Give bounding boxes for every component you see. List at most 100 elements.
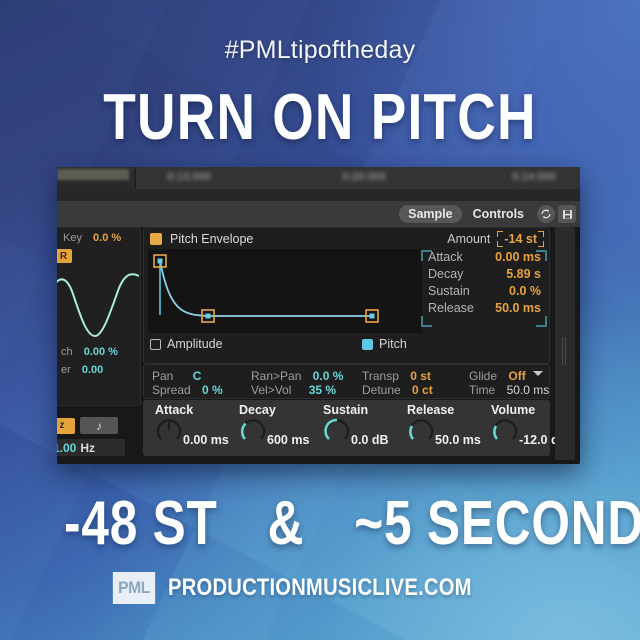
circle-arrows-icon[interactable] — [537, 205, 555, 223]
param-value-pan: C — [192, 369, 202, 383]
envelope-mode-toggles: Amplitude Pitch — [144, 336, 549, 353]
pml-logo: PML — [112, 572, 155, 604]
left-param-label-2: er — [61, 364, 71, 376]
rate-value-field[interactable]: 1.00 Hz — [57, 439, 125, 456]
param-label-spread: Spread — [152, 383, 191, 397]
lfo-waveform-display — [57, 273, 139, 338]
left-param-row-2[interactable]: er 0.00 — [61, 364, 103, 376]
knob-value-attack: 0.00 ms — [183, 433, 229, 447]
bracket-br-icon — [538, 241, 544, 247]
envelope-graph[interactable] — [148, 249, 422, 333]
retrigger-badge[interactable]: R — [57, 249, 72, 263]
stage-row-release[interactable]: Release 50.0 ms — [428, 299, 545, 316]
knob-sustain[interactable]: Sustain 0.0 dB — [323, 403, 405, 447]
amplitude-envelope-knob-strip: Attack 0.00 ms Decay 600 ms Sustain 0.0 … — [143, 400, 568, 456]
param-ran-pan[interactable]: Ran>Pan 0.0 % — [251, 369, 343, 383]
adsr-bracket-bl-icon — [421, 316, 432, 327]
save-disk-icon[interactable] — [558, 205, 576, 223]
toggle-pitch[interactable]: Pitch — [362, 337, 407, 351]
param-label-glide: Glide — [469, 369, 498, 383]
param-vel-vol[interactable]: Vel>Vol 35 % — [251, 383, 336, 397]
key-label: Key — [63, 232, 82, 244]
tab-controls[interactable]: Controls — [464, 205, 533, 223]
footer-brand: PML PRODUCTIONMUSICLIVE.COM — [0, 572, 640, 604]
footer-website: PRODUCTIONMUSICLIVE.COM — [167, 574, 472, 601]
param-label-time: Time — [469, 383, 496, 397]
stage-row-decay[interactable]: Decay 5.89 s — [428, 265, 545, 282]
param-time[interactable]: Time 50.0 ms — [469, 383, 549, 397]
pitch-envelope-title: Pitch Envelope — [170, 231, 254, 246]
amplitude-label: Amplitude — [167, 337, 223, 351]
left-param-row-1[interactable]: ch 0.00 % — [61, 346, 118, 358]
amount-control[interactable]: Amount -14 st — [447, 231, 544, 247]
knob-dial-decay[interactable] — [239, 417, 267, 445]
chevron-down-icon[interactable] — [533, 371, 543, 376]
knob-dial-volume[interactable] — [491, 417, 519, 445]
stage-label-release: Release — [428, 300, 474, 315]
param-value-glide: Off — [508, 369, 526, 383]
device-tab-group: Sample Controls — [399, 205, 533, 223]
stage-value-sustain: 0.0 % — [509, 283, 541, 298]
adsr-bracket-br-icon — [536, 316, 547, 327]
key-value: 0.0 % — [93, 232, 122, 244]
pitch-label: Pitch — [379, 337, 407, 351]
rate-mode-row: z ♪ — [57, 417, 118, 434]
timecode-2: 0:20:000 — [342, 171, 387, 183]
param-label-vel-vol: Vel>Vol — [251, 383, 292, 397]
knob-release[interactable]: Release 50.0 ms — [407, 403, 489, 447]
bracket-tl-icon — [497, 231, 504, 237]
sampler-device: Sample Controls Key 0.0 % R ch 0.00 % er… — [57, 201, 580, 464]
arrangement-strip: 0:13:000 0:20:000 0:14:000 — [57, 167, 580, 202]
timecode-3: 0:14:000 — [512, 171, 557, 183]
arrangement-clip — [57, 169, 129, 180]
knob-label-sustain: Sustain — [323, 403, 369, 417]
param-value-vel-vol: 35 % — [308, 383, 337, 397]
note-icon[interactable]: ♪ — [80, 417, 118, 434]
rate-unit: Hz — [80, 440, 96, 455]
device-right-scroll-column[interactable] — [555, 227, 575, 460]
amount-value[interactable]: -14 st — [497, 231, 544, 247]
toggle-amplitude[interactable]: Amplitude — [150, 337, 223, 351]
param-value-spread: 0 % — [202, 383, 223, 397]
sampler-parameter-grid: Pan C Spread 0 % Ran>Pan 0.0 % Vel>Vol 3… — [143, 364, 550, 399]
param-label-ran-pan: Ran>Pan — [251, 369, 302, 383]
param-value-ran-pan: 0.0 % — [312, 369, 344, 383]
resize-grip-icon[interactable] — [562, 337, 568, 365]
knob-dial-release[interactable] — [407, 417, 435, 445]
param-label-pan: Pan — [152, 369, 174, 383]
amount-label: Amount — [447, 232, 491, 246]
param-pan[interactable]: Pan C — [152, 369, 201, 383]
knob-label-release: Release — [407, 403, 455, 417]
subtitle-right: ~5 SECONDS — [354, 489, 640, 558]
param-detune[interactable]: Detune 0 ct — [362, 383, 433, 397]
bracket-bl-icon — [497, 241, 504, 247]
knob-dial-sustain[interactable] — [323, 417, 351, 445]
pitch-envelope-stage-list: Attack 0.00 ms Decay 5.89 s Sustain 0.0 … — [428, 248, 545, 316]
pitch-checkbox[interactable] — [362, 338, 373, 350]
amount-value-text: -14 st — [504, 232, 537, 246]
amplitude-checkbox[interactable] — [150, 338, 161, 350]
key-param[interactable]: Key 0.0 % — [63, 232, 121, 244]
knob-decay[interactable]: Decay 600 ms — [239, 403, 321, 447]
pitch-envelope-enable-checkbox[interactable] — [150, 232, 162, 245]
page-title: TURN ON PITCH — [103, 80, 537, 153]
knob-label-attack: Attack — [155, 403, 194, 417]
param-value-detune: 0 ct — [412, 383, 433, 397]
knob-attack[interactable]: Attack 0.00 ms — [155, 403, 237, 447]
knob-value-sustain: 0.0 dB — [351, 433, 389, 447]
pitch-envelope-panel: Pitch Envelope Amount -14 st Attack 0.00… — [143, 227, 550, 364]
param-spread[interactable]: Spread 0 % — [152, 383, 223, 397]
knob-dial-attack[interactable] — [155, 417, 183, 445]
stage-row-attack[interactable]: Attack 0.00 ms — [428, 248, 545, 265]
param-transpose[interactable]: Transp 0 st — [362, 369, 431, 383]
hashtag-text: #PMLtipoftheday — [224, 36, 416, 64]
stage-label-attack: Attack — [428, 249, 463, 264]
stage-label-sustain: Sustain — [428, 283, 470, 298]
left-param-label-1: ch — [61, 346, 73, 358]
rate-value: 1.00 — [57, 440, 77, 455]
hz-mode-button[interactable]: z — [57, 417, 75, 434]
subtitle-ampersand: & — [267, 489, 305, 558]
stage-row-sustain[interactable]: Sustain 0.0 % — [428, 282, 545, 299]
param-glide[interactable]: Glide Off — [469, 369, 526, 383]
tab-sample[interactable]: Sample — [399, 205, 462, 223]
